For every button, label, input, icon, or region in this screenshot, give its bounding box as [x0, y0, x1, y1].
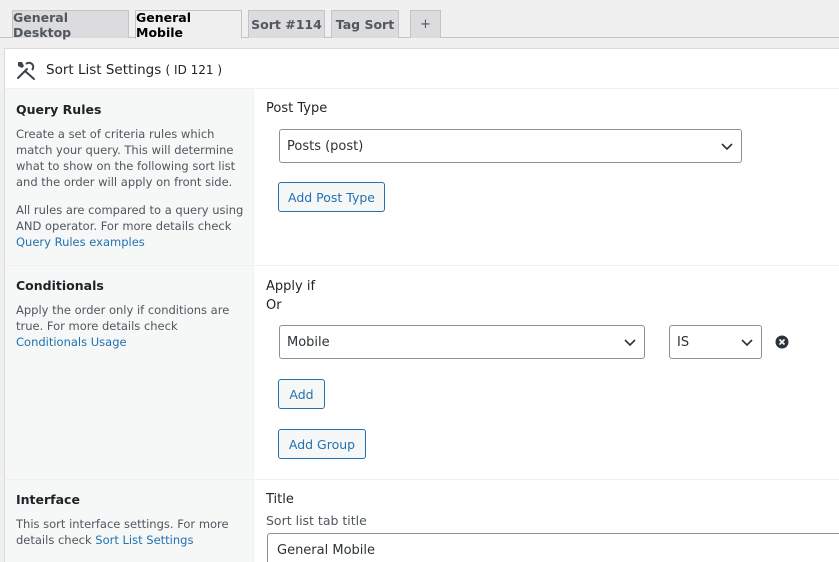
query-rules-sidebar: Query Rules Create a set of criteria rul…	[5, 89, 254, 265]
conditionals-desc-text: Apply the order only if conditions are t…	[16, 303, 230, 333]
conditionals-section: Conditionals Apply the order only if con…	[5, 266, 839, 480]
add-condition-button[interactable]: Add	[278, 379, 325, 409]
tools-icon	[17, 61, 35, 80]
chevron-down-icon	[624, 339, 636, 347]
chevron-down-icon	[721, 143, 733, 151]
operator-select[interactable]: IS	[669, 325, 762, 359]
interface-section: Interface This sort interface settings. …	[5, 480, 839, 562]
tab-general-mobile[interactable]: General Mobile	[135, 10, 242, 40]
sort-list-title-input[interactable]: General Mobile	[267, 533, 839, 562]
interface-sidebar: Interface This sort interface settings. …	[5, 480, 254, 562]
sort-list-settings-link[interactable]: Sort List Settings	[95, 533, 193, 547]
page-title: Sort List Settings ( ID 121 )	[46, 62, 222, 78]
post-type-select-value: Posts (post)	[287, 138, 364, 154]
operator-select-value: IS	[677, 334, 690, 350]
tab-tag-sort[interactable]: Tag Sort	[331, 10, 399, 38]
query-rules-description: Create a set of criteria rules which mat…	[16, 127, 236, 189]
sort-list-settings-panel: Sort List Settings ( ID 121 ) Query Rule…	[4, 48, 839, 562]
tab-add-button[interactable]: +	[410, 10, 441, 38]
remove-condition-icon[interactable]	[775, 335, 789, 349]
condition-select[interactable]: Mobile	[279, 325, 645, 359]
title-sublabel: Sort list tab title	[266, 513, 367, 528]
interface-description: This sort interface settings. For more d…	[16, 516, 246, 548]
conditionals-description: Apply the order only if conditions are t…	[16, 302, 246, 350]
post-type-select[interactable]: Posts (post)	[279, 129, 742, 163]
conditionals-sidebar: Conditionals Apply the order only if con…	[5, 266, 254, 479]
conditionals-usage-link[interactable]: Conditionals Usage	[16, 335, 127, 349]
apply-if-label: Apply if	[266, 279, 316, 294]
query-rules-examples-link[interactable]: Query Rules examples	[16, 235, 145, 249]
add-group-button[interactable]: Add Group	[278, 429, 366, 459]
query-rules-desc-text: All rules are compared to a query using …	[16, 203, 244, 233]
tab-sort-114[interactable]: Sort #114	[248, 10, 325, 38]
tab-bar: General Desktop General Mobile Sort #114…	[0, 0, 839, 40]
add-post-type-button[interactable]: Add Post Type	[278, 182, 385, 212]
page-title-text: Sort List Settings	[46, 62, 162, 78]
query-rules-description-2: All rules are compared to a query using …	[16, 202, 246, 250]
query-rules-section: Query Rules Create a set of criteria rul…	[5, 89, 839, 266]
interface-title: Interface	[16, 492, 80, 507]
post-type-label: Post Type	[266, 101, 328, 116]
panel-header: Sort List Settings ( ID 121 )	[5, 49, 839, 89]
condition-select-value: Mobile	[287, 334, 330, 350]
conditionals-title: Conditionals	[16, 278, 104, 293]
tab-general-desktop[interactable]: General Desktop	[12, 10, 129, 40]
title-label: Title	[266, 492, 294, 507]
chevron-down-icon	[741, 339, 753, 347]
page-id: ( ID 121 )	[165, 63, 223, 77]
or-label: Or	[266, 298, 282, 313]
query-rules-title: Query Rules	[16, 102, 102, 117]
sort-list-title-value: General Mobile	[277, 542, 376, 558]
